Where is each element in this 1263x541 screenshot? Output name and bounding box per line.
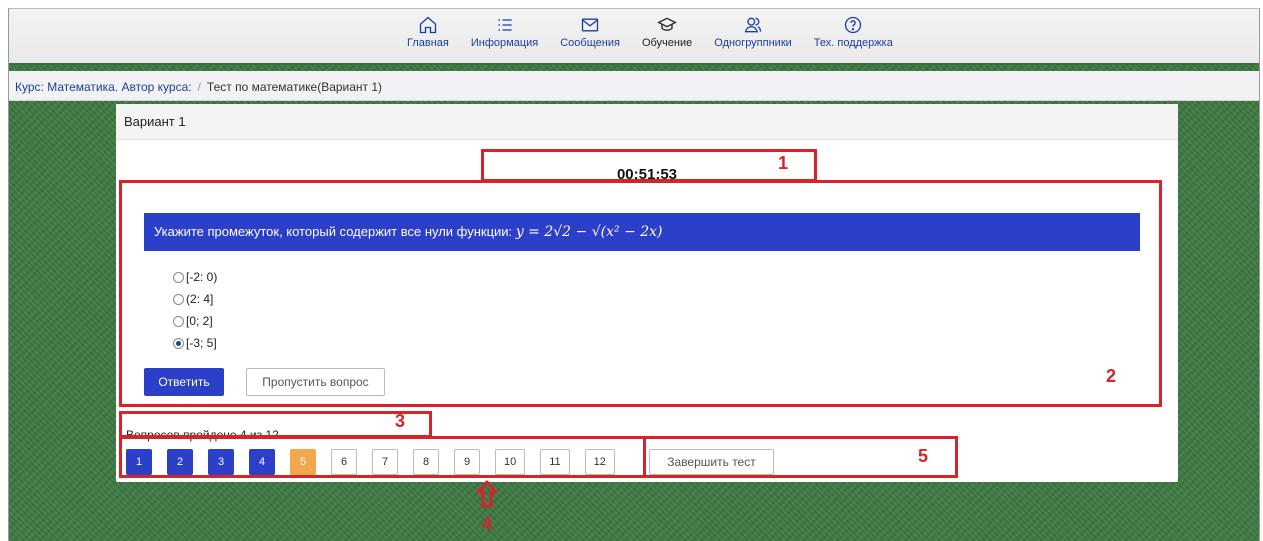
radio-button[interactable] — [173, 293, 184, 305]
question-page-button-current[interactable]: 5 — [290, 449, 316, 475]
top-navigation: Главная Информация Сообщения Обучение Од… — [9, 9, 1259, 65]
up-arrow-icon — [476, 480, 498, 508]
nav-home[interactable]: Главная — [407, 15, 449, 49]
question-text: Укажите промежуток, который содержит все… — [144, 213, 1140, 251]
question-page-button[interactable]: 11 — [540, 449, 570, 475]
answer-option[interactable]: [-3; 5] — [173, 332, 217, 354]
question-page-button[interactable]: 1 — [126, 449, 152, 475]
annotation-number: 5 — [918, 446, 929, 466]
progress-text: Вопросов пройдено 4 из 12 — [126, 428, 279, 442]
question-page-button[interactable]: 8 — [413, 449, 439, 475]
finish-test-button[interactable]: Завершить тест — [649, 449, 774, 475]
envelope-icon — [581, 18, 599, 32]
annotation-number: 1 — [778, 153, 789, 173]
graduation-cap-icon — [657, 17, 677, 31]
question-page-button[interactable]: 7 — [372, 449, 398, 475]
breadcrumb-course-link[interactable]: Курс: Математика. Автор курса: — [15, 80, 192, 94]
nav-classmates[interactable]: Одногруппники — [714, 15, 792, 49]
list-icon — [497, 19, 512, 31]
annotation-number: 4 — [482, 514, 493, 534]
nav-support[interactable]: Тех. поддержка — [814, 15, 893, 49]
answer-button[interactable]: Ответить — [144, 368, 224, 396]
app-frame: Главная Информация Сообщения Обучение Од… — [8, 8, 1260, 541]
question-page-button[interactable]: 3 — [208, 449, 234, 475]
question-page-button[interactable]: 6 — [331, 449, 357, 475]
question-page-button[interactable]: 12 — [584, 449, 615, 475]
skip-question-button[interactable]: Пропустить вопрос — [246, 368, 385, 396]
question-page-button[interactable]: 10 — [495, 449, 526, 475]
question-pager: 1 2 3 4 5 6 7 8 9 10 11 12 — [126, 449, 630, 475]
annotation-number: 2 — [1106, 366, 1117, 386]
people-icon — [744, 17, 762, 33]
breadcrumb-separator: / — [197, 80, 201, 94]
timer: 00:51:53 — [616, 166, 678, 183]
home-icon — [419, 16, 437, 34]
answer-option[interactable]: [-2: 0) — [173, 266, 217, 288]
annotation-number: 3 — [395, 411, 406, 431]
nav-info[interactable]: Информация — [471, 15, 538, 49]
answer-option[interactable]: [0; 2] — [173, 310, 217, 332]
radio-button-selected[interactable] — [173, 337, 184, 349]
help-icon — [845, 16, 862, 34]
test-card: Вариант 1 00:51:53 Укажите промежуток, к… — [116, 104, 1178, 482]
question-page-button[interactable]: 4 — [249, 449, 275, 475]
nav-learning[interactable]: Обучение — [642, 15, 692, 49]
question-page-button[interactable]: 2 — [167, 449, 193, 475]
nav-messages[interactable]: Сообщения — [560, 15, 620, 49]
answer-option[interactable]: (2: 4] — [173, 288, 217, 310]
question-label: Укажите промежуток, который содержит все… — [154, 224, 513, 239]
breadcrumb-current: Тест по математике(Вариант 1) — [206, 80, 383, 94]
breadcrumb: Курс: Математика. Автор курса: / Тест по м… — [9, 71, 1259, 101]
radio-button[interactable] — [173, 315, 184, 327]
answer-options: [-2: 0) (2: 4] [0; 2] [-3; 5] — [173, 266, 217, 354]
radio-button[interactable] — [173, 271, 184, 283]
card-title: Вариант 1 — [116, 104, 1178, 140]
question-formula: y = 2√2 − √(x² − 2x) — [515, 224, 663, 240]
question-page-button[interactable]: 9 — [454, 449, 480, 475]
